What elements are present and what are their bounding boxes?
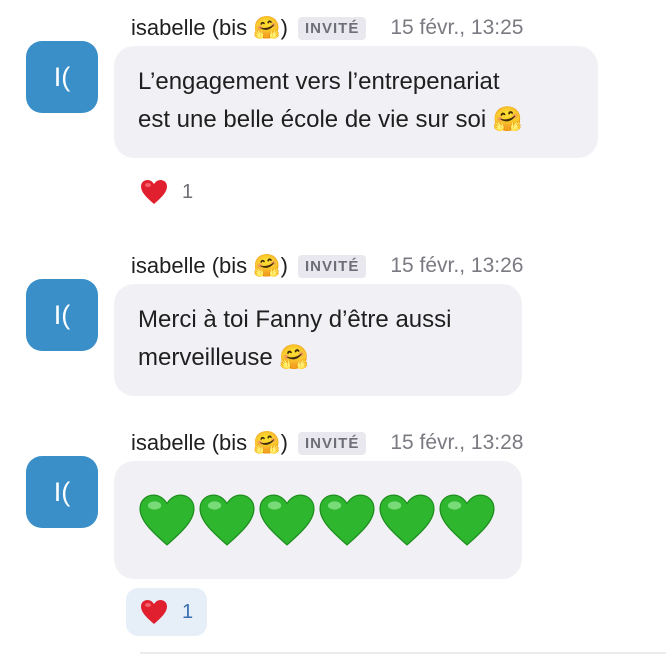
avatar[interactable]: I(: [26, 41, 98, 113]
avatar[interactable]: I(: [26, 456, 98, 528]
author-name[interactable]: isabelle (bis 🤗): [131, 253, 288, 279]
message-line: L’engagement vers l’entrepenariat: [138, 68, 500, 95]
message-header: isabelle (bis 🤗) INVITÉ 15 févr., 13:28: [131, 427, 523, 459]
author-name[interactable]: isabelle (bis 🤗): [131, 15, 288, 41]
message-timestamp: 15 févr., 13:26: [390, 254, 524, 277]
message-bubble[interactable]: [114, 461, 522, 579]
message-line: est une belle école de vie sur soi 🤗: [138, 106, 523, 133]
message-timestamp: 15 févr., 13:25: [390, 16, 524, 39]
green-heart-icon: [259, 494, 315, 546]
green-heart-icon: [199, 494, 255, 546]
reaction-chip[interactable]: 1: [126, 168, 207, 216]
chat-thread: isabelle (bis 🤗) INVITÉ 15 févr., 13:25 …: [0, 0, 666, 656]
message-header: isabelle (bis 🤗) INVITÉ 15 févr., 13:25: [131, 12, 523, 44]
guest-badge: INVITÉ: [298, 431, 367, 455]
guest-badge: INVITÉ: [298, 16, 367, 40]
green-heart-icon: [319, 494, 375, 546]
green-heart-icon: [139, 494, 195, 546]
reaction-chip[interactable]: 1: [126, 588, 208, 636]
red-heart-icon: [141, 600, 167, 624]
reaction-count: 1: [182, 180, 194, 203]
green-heart-icon: [439, 494, 495, 546]
message-line: Merci à toi Fanny d’être aussi: [138, 306, 452, 333]
reaction-count: 1: [182, 600, 194, 623]
message-header: isabelle (bis 🤗) INVITÉ 15 févr., 13:26: [131, 250, 523, 282]
guest-badge: INVITÉ: [298, 254, 367, 278]
message-line: merveilleuse 🤗: [138, 344, 310, 371]
red-heart-icon: [141, 180, 167, 204]
divider: [140, 652, 666, 654]
green-hearts-row: [138, 461, 498, 579]
message-bubble[interactable]: Merci à toi Fanny d’être aussi merveille…: [114, 284, 522, 396]
message-timestamp: 15 févr., 13:28: [390, 431, 524, 454]
author-name[interactable]: isabelle (bis 🤗): [131, 430, 288, 456]
green-heart-icon: [379, 494, 435, 546]
message-bubble[interactable]: L’engagement vers l’entrepenariat est un…: [114, 46, 598, 158]
avatar[interactable]: I(: [26, 279, 98, 351]
